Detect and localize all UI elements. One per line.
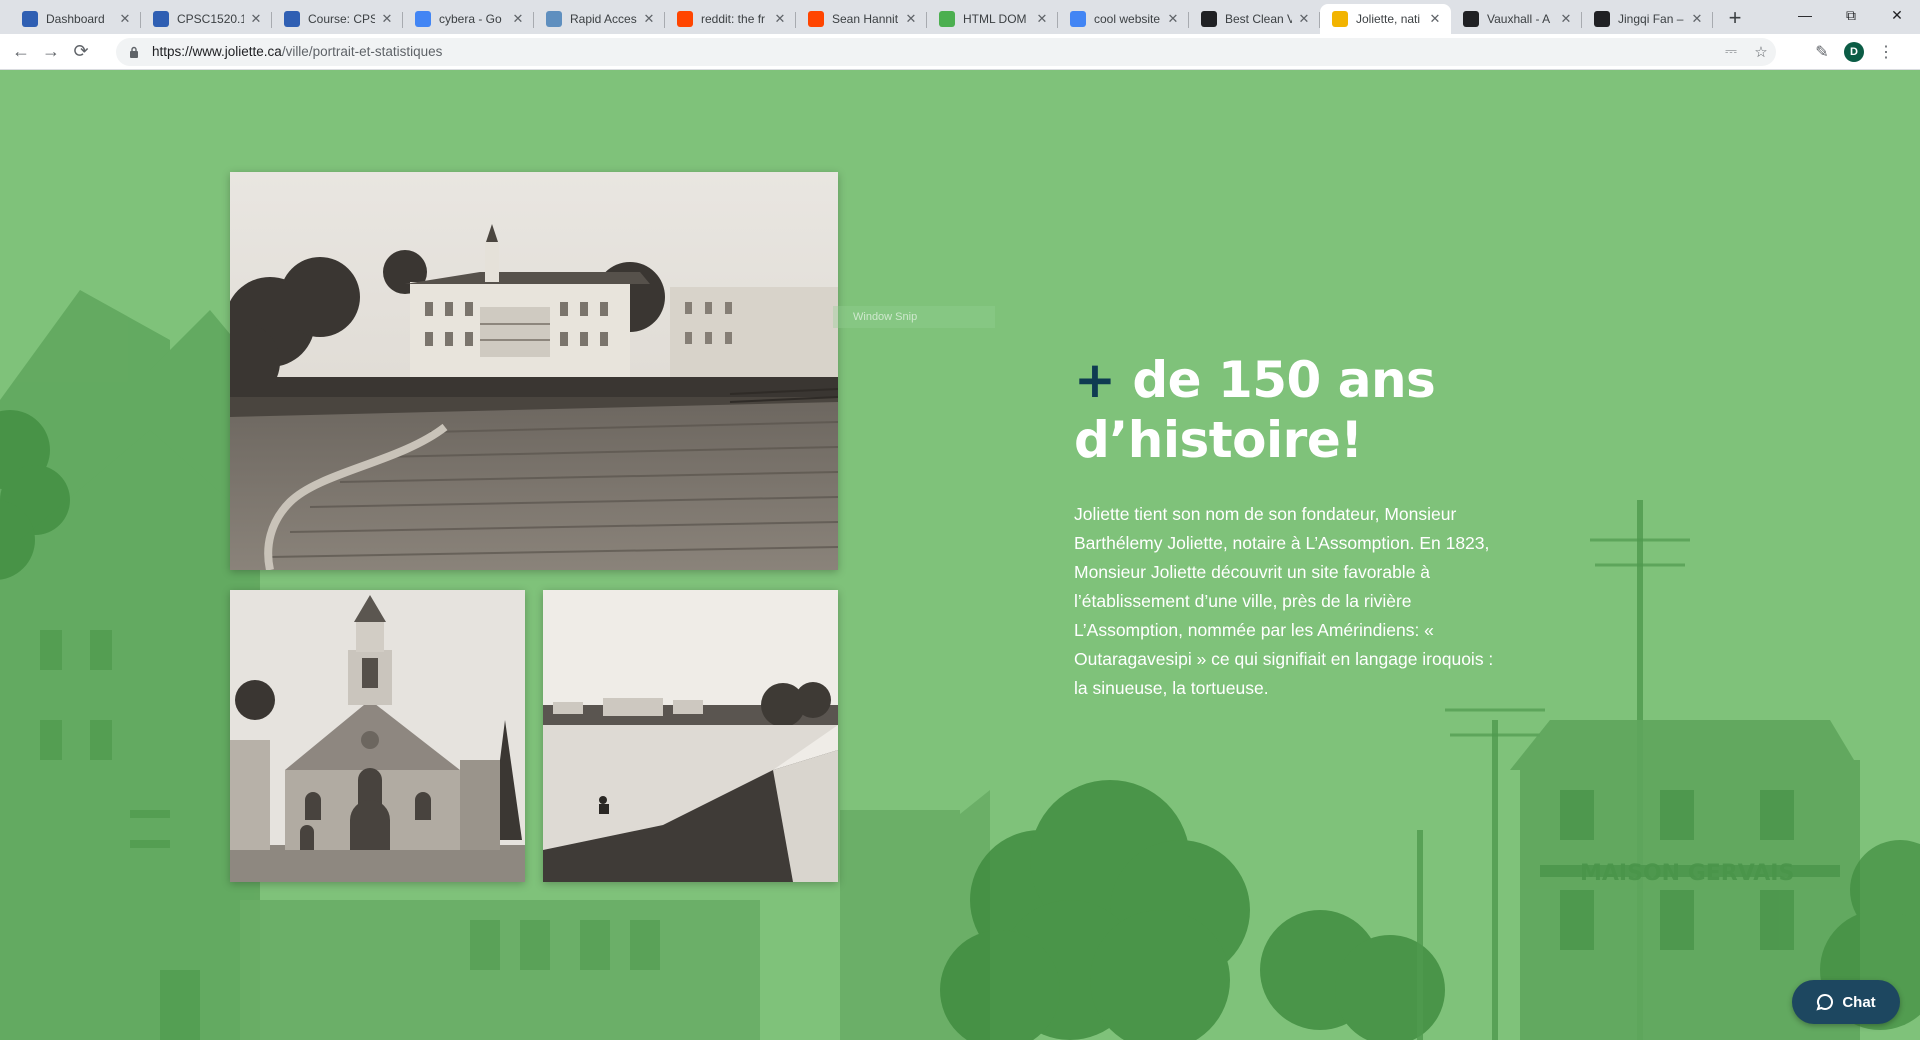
- reddit-favicon-icon: [808, 11, 824, 27]
- tab-title: Sean Hannit: [832, 12, 899, 26]
- browser-toolbar: ← → ⟳ https://www.joliette.ca/ville/port…: [0, 34, 1920, 70]
- close-tab-icon[interactable]: ✕: [1034, 11, 1050, 27]
- chat-label: Chat: [1842, 993, 1876, 1011]
- reload-button[interactable]: ⟳: [66, 37, 96, 67]
- shield-favicon-icon: [284, 11, 300, 27]
- reload-icon: ⟳: [73, 41, 89, 61]
- browser-tab[interactable]: Course: CPS ✕: [272, 4, 403, 34]
- forward-arrow-icon: →: [42, 41, 60, 61]
- tab-title: cool website: [1094, 12, 1161, 26]
- intro-paragraph: Joliette tient son nom de son fondateur,…: [1074, 504, 1494, 698]
- wikipedia-favicon-icon: [1463, 11, 1479, 27]
- browser-tab[interactable]: cybera - Go ✕: [403, 4, 534, 34]
- window-snip-overlay: Window Snip: [833, 306, 995, 328]
- chat-bubble-icon: [1816, 993, 1834, 1011]
- forward-button[interactable]: →: [36, 37, 66, 67]
- page-content: MAISON GERVAIS Window Snip + de 150 ans …: [0, 70, 1920, 1040]
- browser-tab[interactable]: Sean Hannit ✕: [796, 4, 927, 34]
- heading-line-1: de 150 ans: [1132, 351, 1436, 409]
- address-bar[interactable]: https://www.joliette.ca/ville/portrait-e…: [116, 37, 1776, 66]
- back-button[interactable]: ←: [6, 37, 36, 67]
- window-controls: — ⧉ ✕: [1782, 0, 1920, 30]
- w3-favicon-icon: [939, 11, 955, 27]
- translate-icon[interactable]: ⎓: [1716, 38, 1746, 66]
- close-tab-icon[interactable]: ✕: [1689, 11, 1705, 27]
- url-host: https://www.joliette.ca: [152, 44, 282, 59]
- browser-tab[interactable]: Rapid Acces ✕: [534, 4, 665, 34]
- maison-gervais-sign: MAISON GERVAIS: [1580, 861, 1794, 886]
- tab-title: CPSC1520.1: [177, 12, 244, 26]
- close-tab-icon[interactable]: ✕: [1427, 11, 1443, 27]
- avatar: D: [1844, 41, 1864, 62]
- lock-icon: [126, 44, 142, 60]
- tab-title: reddit: the fr: [701, 12, 766, 26]
- browser-tab[interactable]: CPSC1520.1 ✕: [141, 4, 272, 34]
- shield-favicon-icon: [22, 11, 38, 27]
- wikipedia-favicon-icon: [1201, 11, 1217, 27]
- url-path: /ville/portrait-et-statistiques: [281, 44, 443, 59]
- close-tab-icon[interactable]: ✕: [379, 11, 395, 27]
- browser-tab[interactable]: Jingqi Fan – ✕: [1582, 4, 1713, 34]
- bookmark-star-icon[interactable]: ☆: [1746, 38, 1776, 66]
- wikipedia-favicon-icon: [1594, 11, 1610, 27]
- tab-title: Course: CPS: [308, 12, 375, 26]
- close-tab-icon[interactable]: ✕: [510, 11, 526, 27]
- close-tab-icon[interactable]: ✕: [117, 11, 133, 27]
- google-favicon-icon: [415, 11, 431, 27]
- historic-photo-church: [230, 590, 525, 882]
- back-arrow-icon: ←: [12, 41, 30, 61]
- profile-button[interactable]: D: [1838, 37, 1870, 67]
- close-tab-icon[interactable]: ✕: [903, 11, 919, 27]
- tab-list: Dashboard ✕ CPSC1520.1 ✕ Course: CPS ✕ cybera …: [0, 0, 1713, 34]
- browser-tab[interactable]: Best Clean V ✕: [1189, 4, 1320, 34]
- extension-icon[interactable]: ✎: [1806, 37, 1838, 67]
- sun-favicon-icon: [1332, 11, 1348, 27]
- tab-title: Jingqi Fan –: [1618, 12, 1684, 26]
- close-tab-icon[interactable]: ✕: [772, 11, 788, 27]
- reddit-favicon-icon: [677, 11, 693, 27]
- close-window-button[interactable]: ✕: [1874, 0, 1920, 30]
- heading-line-2: d’histoire!: [1074, 411, 1363, 469]
- minimize-button[interactable]: —: [1782, 0, 1828, 30]
- historic-photo-river: [543, 590, 838, 882]
- cloud-favicon-icon: [546, 11, 562, 27]
- tab-title: Rapid Acces: [570, 12, 637, 26]
- browser-tab[interactable]: HTML DOM ✕: [927, 4, 1058, 34]
- shield-favicon-icon: [153, 11, 169, 27]
- tab-title: Vauxhall - A: [1487, 12, 1551, 26]
- close-tab-icon[interactable]: ✕: [1558, 11, 1574, 27]
- browser-tab[interactable]: Joliette, nati ✕: [1320, 4, 1451, 34]
- historic-photo-main: [230, 172, 838, 570]
- tab-title: HTML DOM: [963, 12, 1027, 26]
- close-tab-icon[interactable]: ✕: [1165, 11, 1181, 27]
- heading-plus: +: [1074, 351, 1116, 409]
- google-favicon-icon: [1070, 11, 1086, 27]
- close-tab-icon[interactable]: ✕: [248, 11, 264, 27]
- browser-tab[interactable]: Vauxhall - A ✕: [1451, 4, 1582, 34]
- close-tab-icon[interactable]: ✕: [1296, 11, 1312, 27]
- browser-tab[interactable]: Dashboard ✕: [10, 4, 141, 34]
- close-tab-icon[interactable]: ✕: [641, 11, 657, 27]
- browser-tab[interactable]: reddit: the fr ✕: [665, 4, 796, 34]
- tab-title: Joliette, nati: [1356, 12, 1421, 26]
- tab-strip: Dashboard ✕ CPSC1520.1 ✕ Course: CPS ✕ cybera …: [0, 0, 1920, 34]
- new-tab-button[interactable]: +: [1721, 4, 1749, 32]
- restore-button[interactable]: ⧉: [1828, 0, 1874, 30]
- chat-button[interactable]: Chat: [1792, 980, 1900, 1024]
- browser-tab[interactable]: cool website ✕: [1058, 4, 1189, 34]
- menu-kebab-icon[interactable]: ⋮: [1870, 37, 1902, 67]
- page-heading: + de 150 ans d’histoire!: [1074, 350, 1594, 470]
- tab-title: Dashboard: [46, 12, 105, 26]
- tab-title: cybera - Go: [439, 12, 502, 26]
- tab-title: Best Clean V: [1225, 12, 1292, 26]
